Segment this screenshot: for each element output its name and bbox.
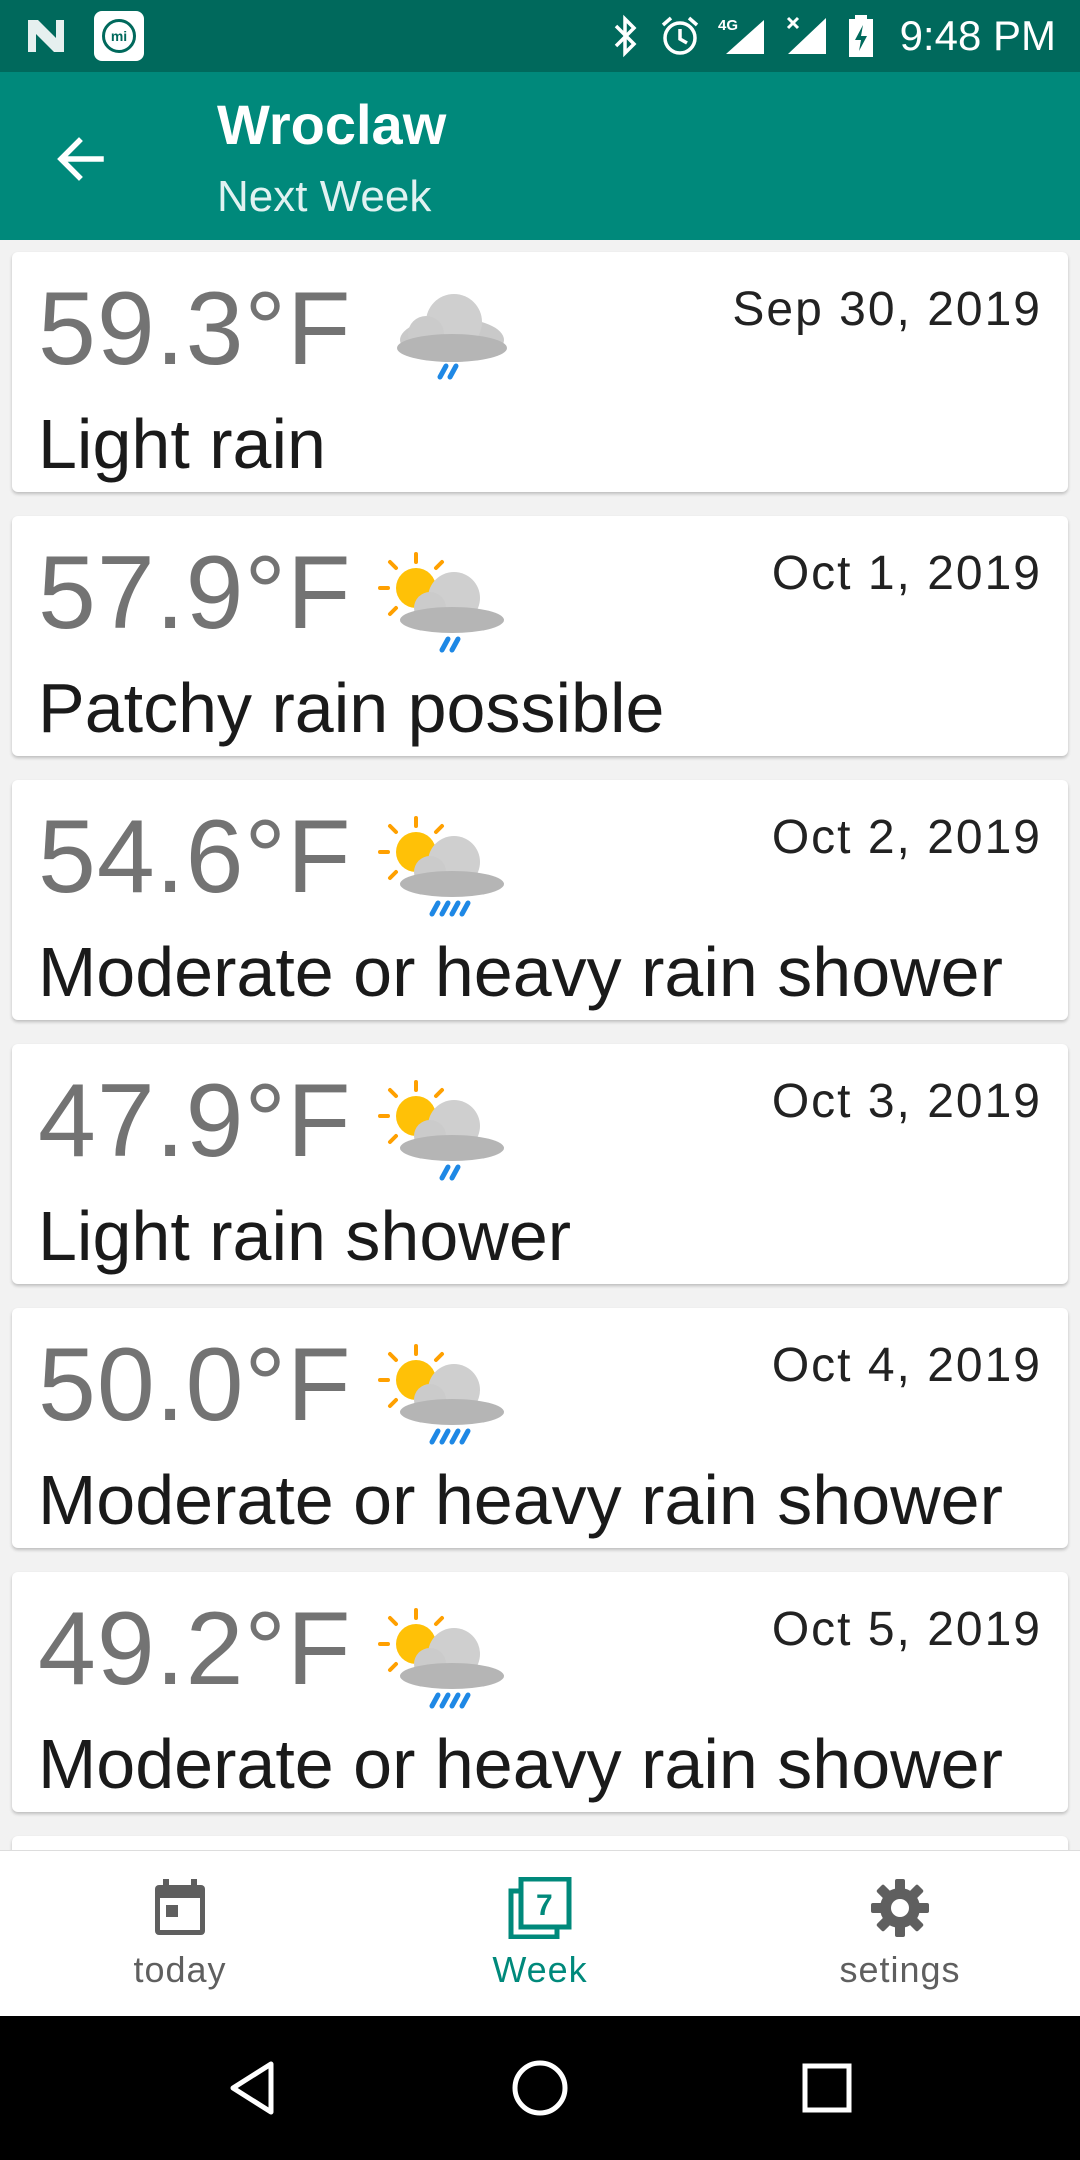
weather-description: Moderate or heavy rain shower bbox=[38, 1725, 1003, 1803]
forecast-card[interactable]: 54.6°F Oct 2, 2019 Moderate or heavy rai… bbox=[12, 780, 1068, 1020]
temperature: 57.9°F bbox=[38, 535, 352, 651]
bottom-navigation: today 7 Week setings bbox=[0, 1850, 1080, 2016]
battery-charging-icon bbox=[848, 15, 873, 57]
week-calendar-icon: 7 bbox=[508, 1876, 572, 1939]
back-triangle-icon[interactable] bbox=[223, 2058, 283, 2118]
forecast-date: Oct 2, 2019 bbox=[771, 811, 1042, 864]
weather-description: Moderate or heavy rain shower bbox=[38, 1461, 1003, 1539]
sun-cloud-light-rain-icon bbox=[378, 1080, 504, 1181]
nav-settings[interactable]: setings bbox=[720, 1851, 1080, 2016]
forecast-date: Oct 5, 2019 bbox=[771, 1603, 1042, 1656]
forecast-date: Sep 30, 2019 bbox=[732, 283, 1042, 336]
nav-label: setings bbox=[839, 1948, 961, 1990]
forecast-date: Oct 4, 2019 bbox=[771, 1339, 1042, 1392]
forecast-card[interactable]: 49.2°F Oct 5, 2019 Moderate or heavy rai… bbox=[12, 1572, 1068, 1812]
sun-cloud-heavy-rain-icon bbox=[378, 816, 504, 917]
nav-label: today bbox=[133, 1948, 227, 1990]
weather-description: Moderate or heavy rain shower bbox=[38, 933, 1003, 1011]
bluetooth-icon bbox=[614, 14, 637, 58]
cloud-light-rain-icon bbox=[397, 294, 507, 380]
recents-square-icon[interactable] bbox=[797, 2058, 857, 2118]
forecast-card[interactable] bbox=[12, 1836, 1068, 1850]
temperature: 59.3°F bbox=[38, 271, 352, 387]
system-navigation-bar bbox=[0, 2016, 1080, 2160]
arrow-back-icon bbox=[57, 137, 104, 181]
nav-label: Week bbox=[492, 1948, 588, 1990]
forecast-date: Oct 1, 2019 bbox=[771, 547, 1042, 600]
svg-text:7: 7 bbox=[536, 1889, 553, 1922]
clock: 9:48 PM bbox=[899, 12, 1056, 59]
sun-cloud-heavy-rain-icon bbox=[378, 1608, 504, 1709]
page-title: Wroclaw bbox=[217, 93, 447, 156]
forecast-card[interactable]: 50.0°F Oct 4, 2019 Moderate or heavy rai… bbox=[12, 1308, 1068, 1548]
weather-description: Light rain bbox=[38, 405, 326, 483]
sun-cloud-light-rain-icon bbox=[378, 552, 504, 653]
temperature: 47.9°F bbox=[38, 1063, 352, 1179]
forecast-date: Oct 3, 2019 bbox=[771, 1075, 1042, 1128]
sun-cloud-heavy-rain-icon bbox=[378, 1344, 504, 1445]
temperature: 49.2°F bbox=[38, 1591, 352, 1707]
weather-description: Light rain shower bbox=[38, 1197, 572, 1275]
mi-app-icon: mi bbox=[94, 11, 144, 61]
app-bar: Wroclaw Next Week bbox=[0, 72, 1080, 240]
n-logo-icon bbox=[28, 20, 64, 52]
home-circle-icon[interactable] bbox=[508, 2056, 572, 2120]
nav-today[interactable]: today bbox=[0, 1851, 360, 2016]
temperature: 50.0°F bbox=[38, 1327, 352, 1443]
temperature: 54.6°F bbox=[38, 799, 352, 915]
page-subtitle: Next Week bbox=[217, 172, 432, 221]
forecast-card[interactable]: 57.9°F Oct 1, 2019 Patchy rain possible bbox=[12, 516, 1068, 756]
alarm-icon bbox=[661, 16, 698, 55]
forecast-list[interactable]: 59.3°F Sep 30, 2019 Light rain 57.9°F Oc… bbox=[0, 240, 1080, 1850]
status-bar: mi 4G 9:48 PM bbox=[0, 0, 1080, 72]
signal-4g-icon: 4G bbox=[718, 17, 764, 54]
calendar-icon bbox=[155, 1878, 205, 1935]
signal-x-icon bbox=[786, 16, 826, 54]
weather-description: Patchy rain possible bbox=[38, 669, 665, 747]
nav-week[interactable]: 7 Week bbox=[360, 1851, 720, 2016]
svg-text:4G: 4G bbox=[718, 17, 738, 34]
forecast-card[interactable]: 59.3°F Sep 30, 2019 Light rain bbox=[12, 252, 1068, 492]
gear-icon bbox=[871, 1878, 929, 1937]
back-button[interactable] bbox=[36, 114, 126, 204]
forecast-card[interactable]: 47.9°F Oct 3, 2019 Light rain shower bbox=[12, 1044, 1068, 1284]
